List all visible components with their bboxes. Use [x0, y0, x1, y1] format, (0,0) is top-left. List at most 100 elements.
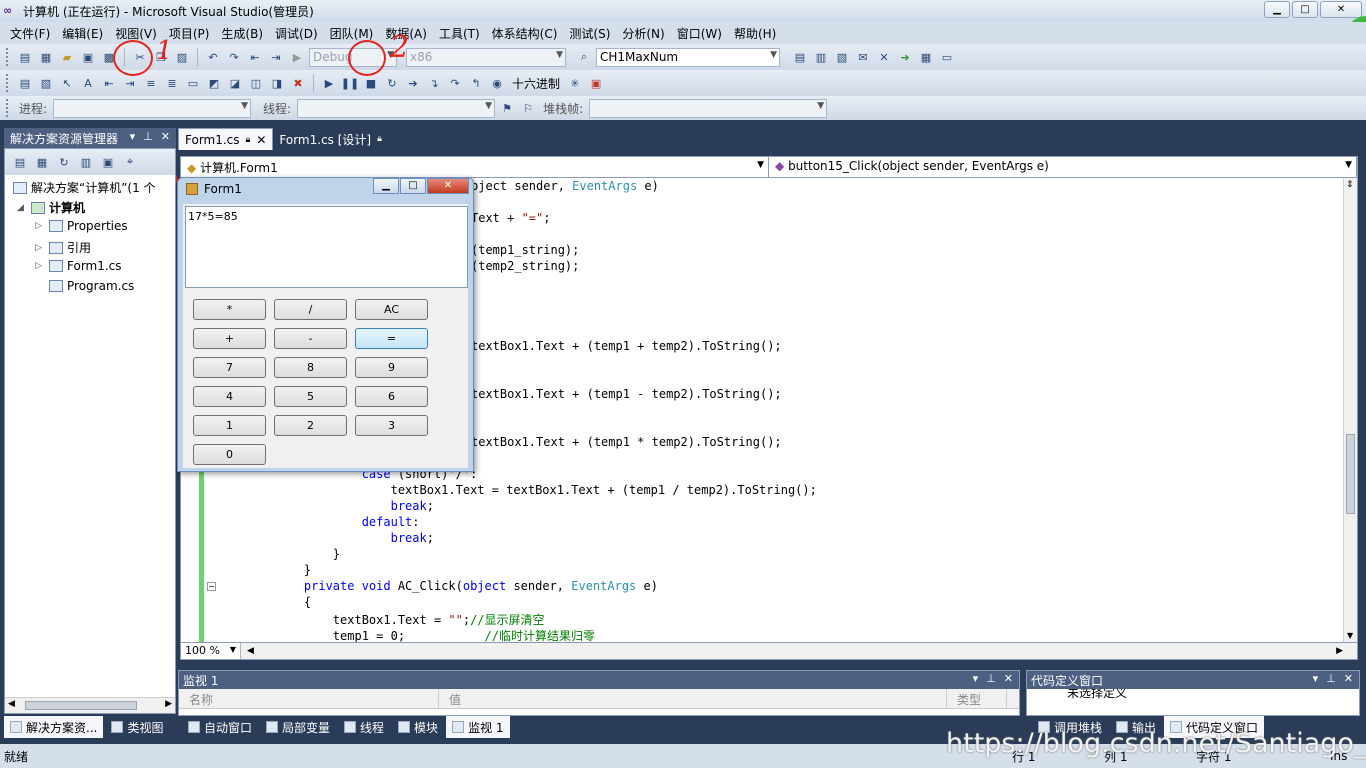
close-icon[interactable]: ✕	[161, 130, 170, 143]
form1-maximize-button[interactable]: □	[400, 178, 426, 194]
thread-select[interactable]: ▼	[297, 98, 496, 118]
paste-icon[interactable]: ▨	[173, 48, 191, 66]
expand-arrow-icon[interactable]: ▷	[35, 261, 45, 271]
show-next-statement-icon[interactable]: ➔	[404, 74, 422, 92]
calc-button[interactable]: 1	[193, 415, 266, 436]
menu-file[interactable]: 文件(F)	[4, 25, 56, 42]
scroll-right-icon[interactable]: ▶	[1336, 646, 1343, 656]
tree-item-form1[interactable]: ▷ Form1.cs	[35, 259, 122, 273]
minimize-button[interactable]: ▁	[1264, 1, 1290, 18]
quick-watch-icon[interactable]: ◉	[488, 74, 506, 92]
form1-minimize-button[interactable]: ▁	[373, 178, 399, 194]
solution-hscroll[interactable]: ◀ ▶	[5, 697, 175, 713]
step-into-icon[interactable]: ↴	[425, 74, 443, 92]
command-window-icon[interactable]: ▭	[938, 48, 956, 66]
scroll-right-icon[interactable]: ▶	[165, 699, 172, 709]
calc-button[interactable]: =	[355, 328, 428, 349]
refresh-icon[interactable]: ↻	[55, 153, 73, 171]
platform-select[interactable]: x86 ▼	[406, 47, 566, 67]
tree-item-references[interactable]: ▷ 引用	[35, 239, 91, 256]
save-icon[interactable]: ▣	[79, 48, 97, 66]
calc-button[interactable]: *	[193, 299, 266, 320]
show-threads-icon[interactable]: ✳	[566, 74, 584, 92]
dropdown-icon[interactable]: ▾	[973, 672, 979, 685]
find-combo[interactable]: CH1MaxNum ▼	[596, 47, 780, 67]
tree-solution-root[interactable]: 解决方案“计算机”(1 个	[13, 179, 156, 196]
toggle-bookmark-icon[interactable]: ▭	[184, 74, 202, 92]
toolbar-grip[interactable]	[6, 74, 9, 92]
form1-titlebar[interactable]: Form1	[186, 182, 242, 196]
increase-indent-icon[interactable]: ⇥	[121, 74, 139, 92]
start-debugging-icon[interactable]: ▶	[288, 48, 306, 66]
menu-view[interactable]: 视图(V)	[109, 25, 163, 42]
scroll-left-icon[interactable]: ◀	[8, 699, 15, 709]
comment-out-icon[interactable]: ≡	[142, 74, 160, 92]
view-designer-icon[interactable]: ▣	[99, 153, 117, 171]
calc-button[interactable]: 7	[193, 357, 266, 378]
calc-button[interactable]: +	[193, 328, 266, 349]
tab-autos[interactable]: 自动窗口	[182, 716, 258, 738]
close-button[interactable]: ✕	[1320, 1, 1362, 18]
tab-threads[interactable]: 线程	[338, 716, 390, 738]
col-name[interactable]: 名称	[179, 689, 439, 708]
tab-solution-explorer[interactable]: 解决方案资...	[4, 716, 104, 738]
uncomment-icon[interactable]: ≣	[163, 74, 181, 92]
dropdown-icon[interactable]: ▾	[130, 130, 136, 143]
form1-close-button[interactable]: ✕	[427, 178, 469, 194]
scroll-thumb[interactable]	[25, 701, 137, 710]
stop-debugging-icon[interactable]: ■	[362, 74, 380, 92]
scroll-down-icon[interactable]: ▼	[1347, 631, 1353, 640]
stack-frame-select[interactable]: ▼	[589, 98, 828, 118]
pin-icon[interactable]: ⊥	[143, 130, 153, 143]
calculator-display[interactable]: 17*5=85	[185, 206, 468, 288]
tree-project[interactable]: ◢ 计算机	[17, 199, 85, 216]
menu-debug[interactable]: 调试(D)	[269, 25, 324, 42]
step-over-icon[interactable]: ↷	[446, 74, 464, 92]
breakpoints-icon[interactable]: ▣	[587, 74, 605, 92]
menu-tools[interactable]: 工具(T)	[433, 25, 486, 42]
next-bookmark-folder-icon[interactable]: ◨	[268, 74, 286, 92]
menu-team[interactable]: 团队(M)	[324, 25, 380, 42]
complete-word-icon[interactable]: A	[79, 74, 97, 92]
calc-button[interactable]: 5	[274, 386, 347, 407]
expand-arrow-icon[interactable]: ▷	[35, 243, 45, 253]
team-explorer-icon[interactable]: ▦	[917, 48, 935, 66]
quick-info-icon[interactable]: ↖	[58, 74, 76, 92]
zoom-select[interactable]: 100 % ▼	[181, 643, 241, 659]
maximize-button[interactable]: □	[1292, 1, 1318, 18]
bookmark-folder-icon[interactable]: ◫	[247, 74, 265, 92]
open-file-icon[interactable]: ▰	[58, 48, 76, 66]
flag-filter-icon[interactable]: ⚐	[519, 99, 537, 117]
calc-button[interactable]: /	[274, 299, 347, 320]
calc-button[interactable]: -	[274, 328, 347, 349]
calc-button[interactable]: 3	[355, 415, 428, 436]
calc-button[interactable]: 2	[274, 415, 347, 436]
tab-modules[interactable]: 模块	[392, 716, 444, 738]
properties-icon[interactable]: ▤	[11, 153, 29, 171]
toggle-flag-icon[interactable]: ⚑	[498, 99, 516, 117]
previous-bookmark-icon[interactable]: ◩	[205, 74, 223, 92]
editor-vscroll[interactable]: ⇕ ▼	[1343, 178, 1357, 642]
new-project-icon[interactable]: ▤	[16, 48, 34, 66]
decrease-indent-icon[interactable]: ⇤	[100, 74, 118, 92]
collapse-toggle[interactable]: −	[207, 582, 216, 591]
start-page-icon[interactable]: ➜	[896, 48, 914, 66]
tab-watch1[interactable]: 监视 1	[446, 716, 510, 738]
close-icon[interactable]: ✕	[1344, 672, 1353, 685]
find-in-files-icon[interactable]: ⌕	[575, 48, 593, 66]
show-all-files-icon[interactable]: ▦	[33, 153, 51, 171]
extension-manager-icon[interactable]: ✕	[875, 48, 893, 66]
calc-button[interactable]: 4	[193, 386, 266, 407]
close-icon[interactable]: ✕	[1004, 672, 1013, 685]
tab-locals[interactable]: 局部变量	[260, 716, 336, 738]
continue-icon[interactable]: ▶	[320, 74, 338, 92]
pin-icon[interactable]: ⊥	[986, 672, 996, 685]
toolbox-icon[interactable]: ✉	[854, 48, 872, 66]
tab-close-icon[interactable]: ✕	[256, 133, 266, 147]
add-item-icon[interactable]: ▦	[37, 48, 55, 66]
undo-icon[interactable]: ↶	[204, 48, 222, 66]
restart-icon[interactable]: ↻	[383, 74, 401, 92]
scroll-thumb[interactable]	[1346, 434, 1355, 514]
toolbar-grip[interactable]	[6, 48, 9, 66]
parameter-info-icon[interactable]: ▧	[37, 74, 55, 92]
